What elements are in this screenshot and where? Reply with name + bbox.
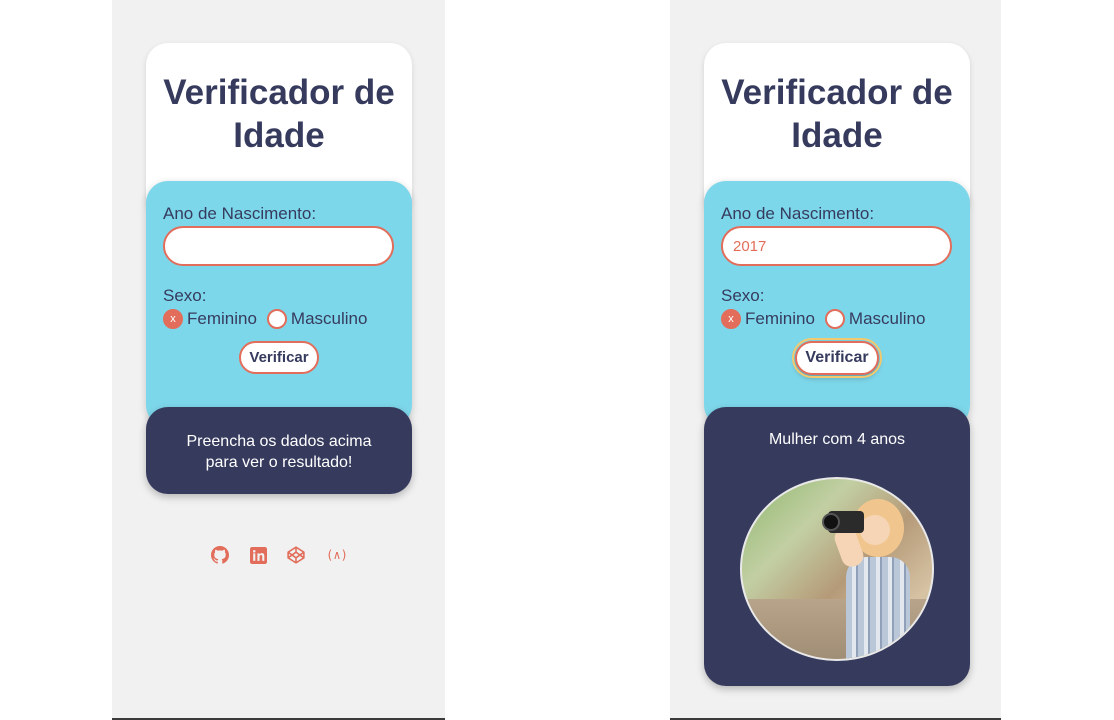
linkedin-icon[interactable] bbox=[248, 545, 268, 565]
result-text-line-1: Preencha os dados acima bbox=[186, 433, 372, 450]
birth-year-input[interactable] bbox=[721, 226, 952, 266]
radio-female[interactable]: x bbox=[163, 309, 183, 329]
birth-year-label: Ano de Nascimento: bbox=[163, 204, 317, 223]
github-icon[interactable] bbox=[210, 545, 230, 565]
sex-label: Sexo: bbox=[721, 286, 765, 305]
radio-male-label[interactable]: Masculino bbox=[291, 309, 368, 329]
radio-male[interactable] bbox=[266, 309, 287, 329]
page-title: Verificador de Idade bbox=[721, 73, 953, 155]
phone-screen-result-state: Verificador de Idade Ano de Nascimento: … bbox=[670, 0, 1001, 720]
radio-female-label[interactable]: Feminino bbox=[745, 309, 815, 329]
form-card: Ano de Nascimento: Sexo: x Feminino Masc… bbox=[146, 181, 412, 427]
birth-year-label: Ano de Nascimento: bbox=[721, 204, 875, 223]
result-card: Mulher com 4 anos bbox=[704, 407, 970, 686]
birth-year-input[interactable] bbox=[163, 226, 394, 266]
radio-female[interactable]: x bbox=[721, 309, 741, 329]
freecodecamp-icon[interactable]: (∧) bbox=[324, 545, 350, 565]
radio-female-label[interactable]: Feminino bbox=[187, 309, 257, 329]
result-card: Preencha os dados acima para ver o resul… bbox=[146, 407, 412, 494]
sex-radio-group: x Feminino Masculino bbox=[163, 309, 395, 329]
radio-male[interactable] bbox=[824, 309, 845, 329]
page-title: Verificador de Idade bbox=[163, 73, 395, 155]
sex-radio-group: x Feminino Masculino bbox=[721, 309, 953, 329]
result-text: Mulher com 4 anos bbox=[768, 431, 906, 448]
verify-button[interactable]: Verificar bbox=[239, 341, 319, 374]
verify-button[interactable]: Verificar bbox=[792, 338, 882, 378]
phone-screen-empty-state: Verificador de Idade Ano de Nascimento: … bbox=[112, 0, 445, 720]
form-card: Ano de Nascimento: Sexo: x Feminino Masc… bbox=[704, 181, 970, 427]
codepen-icon[interactable] bbox=[286, 545, 306, 565]
radio-male-label[interactable]: Masculino bbox=[849, 309, 926, 329]
footer-social-links: (∧) bbox=[210, 545, 350, 565]
result-photo-girl-with-camera bbox=[740, 477, 934, 661]
sex-label: Sexo: bbox=[163, 286, 207, 305]
result-text-line-2: para ver o resultado! bbox=[205, 454, 353, 471]
